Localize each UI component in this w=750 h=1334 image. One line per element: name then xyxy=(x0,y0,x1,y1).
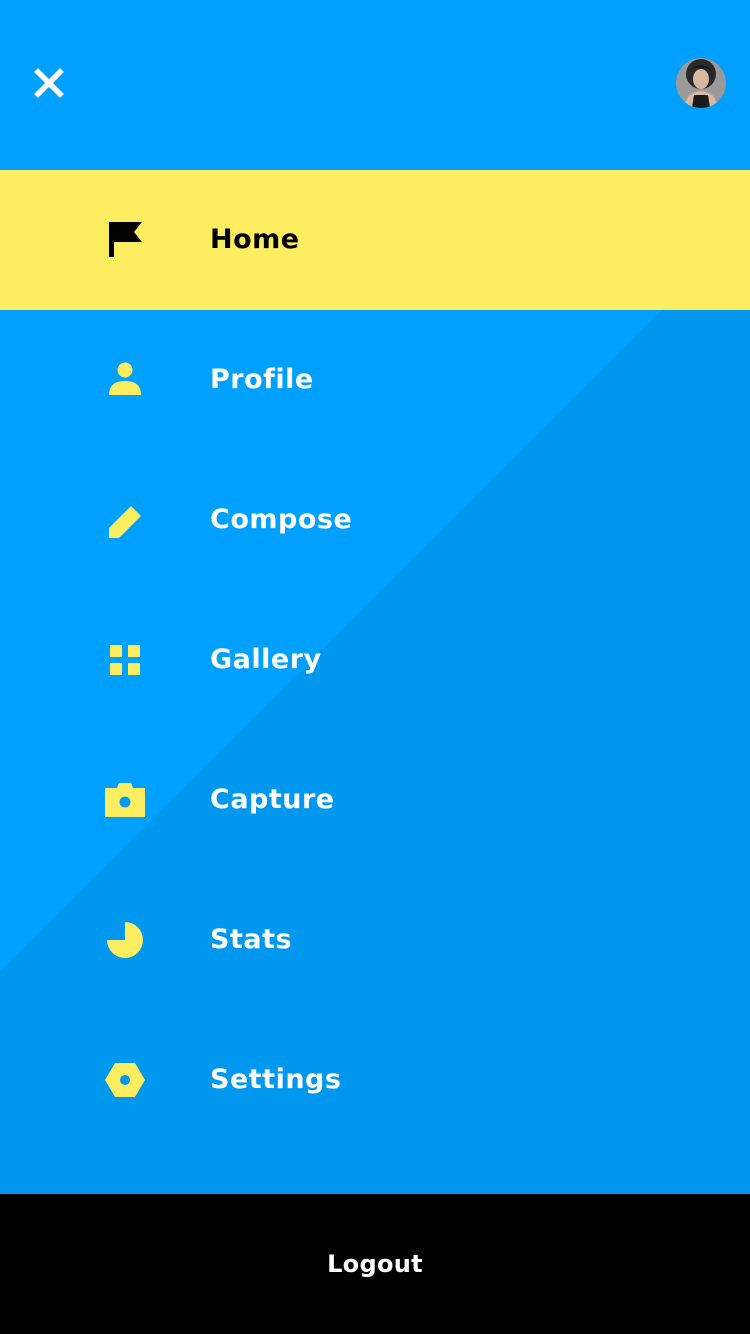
menu-item-label: Home xyxy=(210,224,300,255)
grid-icon xyxy=(105,640,145,680)
flag-icon xyxy=(105,220,145,260)
menu-item-capture[interactable]: Capture xyxy=(0,730,750,870)
person-icon xyxy=(105,360,145,400)
menu-item-label: Settings xyxy=(210,1064,342,1095)
menu-item-profile[interactable]: Profile xyxy=(0,310,750,450)
menu-item-label: Compose xyxy=(210,504,353,535)
close-button[interactable] xyxy=(30,64,68,102)
logout-button[interactable]: Logout xyxy=(0,1194,750,1334)
menu-item-home[interactable]: Home xyxy=(0,170,750,310)
menu-item-compose[interactable]: Compose xyxy=(0,450,750,590)
menu-item-stats[interactable]: Stats xyxy=(0,870,750,1010)
avatar[interactable] xyxy=(676,58,726,108)
menu-item-label: Stats xyxy=(210,924,293,955)
pie-chart-icon xyxy=(105,920,145,960)
pencil-icon xyxy=(105,500,145,540)
menu-item-label: Capture xyxy=(210,784,335,815)
hexagon-gear-icon xyxy=(105,1060,145,1100)
close-icon xyxy=(30,64,68,102)
nav-menu: Home Profile Compose Gallery Capture Sta… xyxy=(0,170,750,1150)
menu-item-settings[interactable]: Settings xyxy=(0,1010,750,1150)
menu-item-gallery[interactable]: Gallery xyxy=(0,590,750,730)
menu-item-label: Gallery xyxy=(210,644,322,675)
logout-label: Logout xyxy=(327,1250,423,1278)
camera-icon xyxy=(105,780,145,820)
top-bar xyxy=(0,0,750,170)
menu-item-label: Profile xyxy=(210,364,314,395)
